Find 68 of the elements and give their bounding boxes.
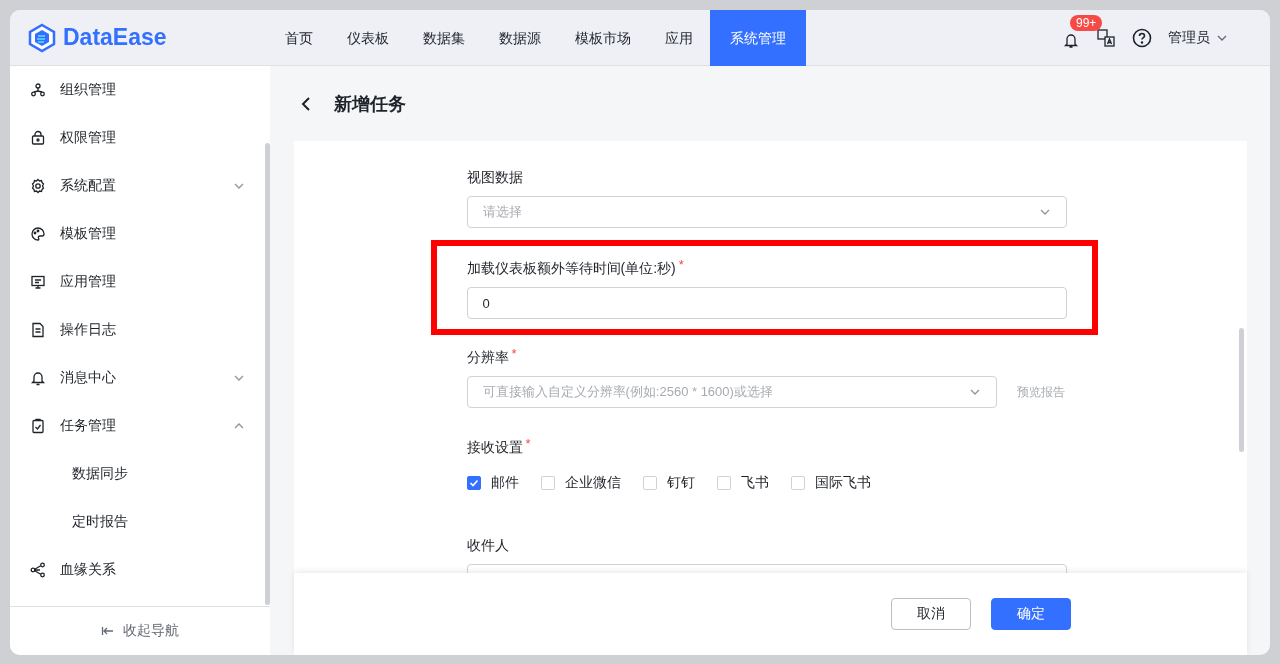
back-icon xyxy=(300,95,312,112)
nav-tab[interactable]: 数据集 xyxy=(406,10,482,66)
logo-text: DataEase xyxy=(63,24,167,51)
field-label: 视图数据 xyxy=(466,168,523,187)
sidebar-item[interactable]: 模板管理 xyxy=(10,210,265,258)
field-label: 收件人 xyxy=(466,536,509,555)
sidebar-item[interactable]: 任务管理 xyxy=(10,402,265,450)
clipboard-icon xyxy=(30,418,46,434)
sidebar-item[interactable]: 操作日志 xyxy=(10,306,265,354)
document-icon xyxy=(30,322,46,338)
required-mark: * xyxy=(678,258,684,271)
sidebar-item-label: 系统配置 xyxy=(60,177,116,195)
palette-icon xyxy=(30,226,46,242)
check-icon xyxy=(468,478,479,488)
field-label: 分辨率 xyxy=(466,348,509,367)
field-label: 接收设置 xyxy=(466,438,523,457)
help-icon xyxy=(1132,27,1152,48)
sidebar-subitem[interactable]: 定时报告 xyxy=(10,498,265,546)
nav-tab[interactable]: 首页 xyxy=(268,10,330,66)
checkbox-option[interactable]: 邮件 xyxy=(466,474,519,492)
settings-icon xyxy=(30,178,46,194)
nav-tab[interactable]: 系统管理 xyxy=(710,10,806,66)
sidebar-item-label: 血缘关系 xyxy=(60,561,116,579)
notification-badge: 99+ xyxy=(1070,14,1103,31)
collapse-nav-button[interactable]: 收起导航 xyxy=(10,606,270,655)
bell-icon xyxy=(30,370,46,386)
sidebar-subitem[interactable]: 数据同步 xyxy=(10,450,265,498)
input-field[interactable]: 0 xyxy=(466,287,1067,319)
nodes-icon xyxy=(30,562,46,578)
checkbox-option[interactable]: 企业微信 xyxy=(540,474,621,492)
sidebar-item[interactable]: 血缘关系 xyxy=(10,546,265,594)
checkbox-option[interactable]: 飞书 xyxy=(716,474,769,492)
sidebar-item-label: 任务管理 xyxy=(60,417,116,435)
scrollbar[interactable] xyxy=(265,143,270,605)
monitor-icon xyxy=(30,274,46,290)
hierarchy-icon xyxy=(30,82,46,98)
checkbox[interactable] xyxy=(466,476,481,490)
sidebar-item-label: 模板管理 xyxy=(60,225,116,243)
translate-icon xyxy=(1096,27,1116,48)
checkbox-option[interactable]: 国际飞书 xyxy=(790,474,871,492)
page-title: 新增任务 xyxy=(334,92,406,116)
user-menu[interactable]: 管理员 xyxy=(1168,28,1228,47)
sidebar-item-label: 权限管理 xyxy=(60,129,116,147)
cancel-button[interactable]: 取消 xyxy=(891,598,971,630)
scrollbar[interactable] xyxy=(1239,328,1244,452)
logo-icon xyxy=(27,22,57,53)
field-label: 加载仪表板额外等待时间(单位:秒) xyxy=(466,259,676,278)
sidebar-item-label: 组织管理 xyxy=(60,81,116,99)
nav-tab[interactable]: 仪表板 xyxy=(330,10,406,66)
confirm-button[interactable]: 确定 xyxy=(991,598,1071,630)
nav-tab[interactable]: 数据源 xyxy=(482,10,558,66)
nav-tab[interactable]: 模板市场 xyxy=(558,10,648,66)
lock-icon xyxy=(30,130,46,146)
sidebar-item[interactable]: 组织管理 xyxy=(10,66,265,114)
required-mark: * xyxy=(511,347,517,360)
required-mark: * xyxy=(525,437,531,450)
sidebar-item-label: 操作日志 xyxy=(60,321,116,339)
collapse-icon xyxy=(101,624,115,638)
sidebar-item[interactable]: 权限管理 xyxy=(10,114,265,162)
collapse-label: 收起导航 xyxy=(123,622,179,640)
sidebar-item[interactable]: 系统配置 xyxy=(10,162,265,210)
nav-tab[interactable]: 应用 xyxy=(648,10,710,66)
sidebar-item[interactable]: 应用管理 xyxy=(10,258,265,306)
checkbox-option[interactable]: 钉钉 xyxy=(642,474,695,492)
sidebar-item-label: 应用管理 xyxy=(60,273,116,291)
sidebar-item[interactable]: 消息中心 xyxy=(10,354,265,402)
user-name: 管理员 xyxy=(1168,28,1210,47)
sidebar-item-label: 消息中心 xyxy=(60,369,116,387)
